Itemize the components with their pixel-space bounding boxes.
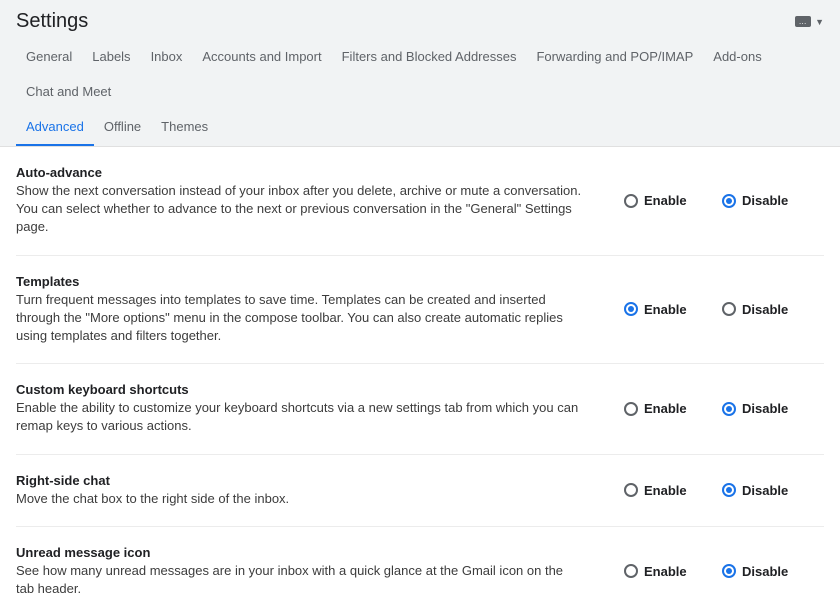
- setting-custom-keyboard-shortcuts: Custom keyboard shortcuts Enable the abil…: [16, 364, 824, 454]
- setting-title: Auto-advance: [16, 165, 584, 180]
- settings-content: Auto-advance Show the next conversation i…: [0, 147, 840, 616]
- setting-text: Auto-advance Show the next conversation i…: [16, 165, 604, 237]
- tab-themes[interactable]: Themes: [151, 111, 218, 146]
- setting-title: Custom keyboard shortcuts: [16, 382, 584, 397]
- setting-description: Show the next conversation instead of yo…: [16, 182, 584, 237]
- setting-options: Enable Disable: [624, 401, 824, 416]
- setting-description: Turn frequent messages into templates to…: [16, 291, 584, 346]
- setting-options: Enable Disable: [624, 193, 824, 208]
- tab-accounts-and-import[interactable]: Accounts and Import: [192, 41, 331, 76]
- title-row: Settings … ▼: [16, 10, 824, 41]
- input-tool-chip: …: [795, 16, 812, 27]
- setting-text: Templates Turn frequent messages into tem…: [16, 274, 604, 346]
- setting-options: Enable Disable: [624, 302, 824, 317]
- input-tool-selector[interactable]: … ▼: [795, 16, 824, 27]
- setting-text: Unread message icon See how many unread m…: [16, 545, 604, 598]
- radio-disable[interactable]: Disable: [722, 564, 794, 579]
- tab-advanced[interactable]: Advanced: [16, 111, 94, 146]
- setting-options: Enable Disable: [624, 483, 824, 498]
- radio-button-icon: [624, 402, 638, 416]
- radio-enable[interactable]: Enable: [624, 564, 696, 579]
- setting-description: Enable the ability to customize your key…: [16, 399, 584, 435]
- radio-enable[interactable]: Enable: [624, 483, 696, 498]
- radio-button-icon: [722, 302, 736, 316]
- tab-offline[interactable]: Offline: [94, 111, 151, 146]
- radio-label: Enable: [644, 193, 687, 208]
- tab-labels[interactable]: Labels: [82, 41, 140, 76]
- radio-button-icon: [722, 564, 736, 578]
- setting-right-side-chat: Right-side chat Move the chat box to the …: [16, 455, 824, 527]
- chevron-down-icon: ▼: [815, 17, 824, 27]
- radio-label: Enable: [644, 302, 687, 317]
- setting-templates: Templates Turn frequent messages into tem…: [16, 256, 824, 365]
- radio-label: Disable: [742, 483, 788, 498]
- tab-chat-and-meet[interactable]: Chat and Meet: [16, 76, 121, 111]
- radio-label: Enable: [644, 483, 687, 498]
- setting-title: Templates: [16, 274, 584, 289]
- radio-button-icon: [722, 194, 736, 208]
- setting-description: See how many unread messages are in your…: [16, 562, 584, 598]
- radio-enable[interactable]: Enable: [624, 302, 696, 317]
- radio-disable[interactable]: Disable: [722, 302, 794, 317]
- settings-tabs-row1: GeneralLabelsInboxAccounts and ImportFil…: [16, 41, 824, 111]
- radio-button-icon: [624, 194, 638, 208]
- radio-label: Disable: [742, 193, 788, 208]
- settings-header: Settings … ▼ GeneralLabelsInboxAccounts …: [0, 0, 840, 147]
- radio-enable[interactable]: Enable: [624, 193, 696, 208]
- tab-inbox[interactable]: Inbox: [141, 41, 193, 76]
- setting-title: Right-side chat: [16, 473, 584, 488]
- setting-description: Move the chat box to the right side of t…: [16, 490, 584, 508]
- setting-text: Right-side chat Move the chat box to the …: [16, 473, 604, 508]
- radio-disable[interactable]: Disable: [722, 193, 794, 208]
- radio-button-icon: [624, 483, 638, 497]
- setting-text: Custom keyboard shortcuts Enable the abil…: [16, 382, 604, 435]
- radio-label: Enable: [644, 401, 687, 416]
- setting-auto-advance: Auto-advance Show the next conversation i…: [16, 147, 824, 256]
- radio-label: Disable: [742, 302, 788, 317]
- radio-label: Enable: [644, 564, 687, 579]
- tab-filters-and-blocked-addresses[interactable]: Filters and Blocked Addresses: [332, 41, 527, 76]
- setting-unread-message-icon: Unread message icon See how many unread m…: [16, 527, 824, 616]
- setting-options: Enable Disable: [624, 564, 824, 579]
- tab-add-ons[interactable]: Add-ons: [703, 41, 771, 76]
- page-title: Settings: [16, 10, 88, 33]
- setting-title: Unread message icon: [16, 545, 584, 560]
- settings-tabs-row2: AdvancedOfflineThemes: [16, 111, 824, 146]
- radio-button-icon: [624, 564, 638, 578]
- radio-disable[interactable]: Disable: [722, 401, 794, 416]
- radio-label: Disable: [742, 564, 788, 579]
- radio-button-icon: [722, 402, 736, 416]
- tab-general[interactable]: General: [16, 41, 82, 76]
- radio-disable[interactable]: Disable: [722, 483, 794, 498]
- radio-label: Disable: [742, 401, 788, 416]
- tab-forwarding-and-pop-imap[interactable]: Forwarding and POP/IMAP: [526, 41, 703, 76]
- radio-button-icon: [624, 302, 638, 316]
- radio-enable[interactable]: Enable: [624, 401, 696, 416]
- radio-button-icon: [722, 483, 736, 497]
